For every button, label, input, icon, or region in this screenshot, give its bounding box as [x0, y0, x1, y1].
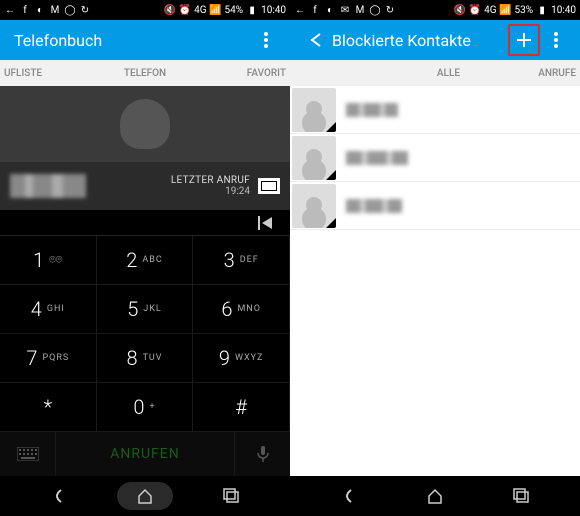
camera-icon: ◯	[369, 4, 381, 16]
sync-icon: ↻	[384, 4, 396, 16]
battery-icon: ▮	[246, 4, 258, 16]
separator-row	[0, 210, 290, 236]
key-hash[interactable]: #	[193, 383, 290, 432]
nav-recent-icon[interactable]	[204, 482, 260, 510]
facebook-icon: f	[309, 4, 321, 16]
nav-back-icon[interactable]	[321, 482, 377, 510]
dialpad: 1⌾⌾ 2ABC 3DEF 4GHI 5JKL 6MNO 7PQRS 8TUV …	[0, 236, 290, 432]
overflow-menu-icon[interactable]	[250, 24, 282, 56]
key-6[interactable]: 6MNO	[193, 285, 290, 334]
key-0[interactable]: 0+	[97, 383, 194, 432]
back-icon[interactable]	[304, 24, 332, 56]
contact-name-redacted	[346, 103, 398, 117]
add-contact-button[interactable]	[508, 24, 540, 56]
nav-bar	[0, 476, 290, 516]
nav-recent-icon[interactable]	[494, 482, 550, 510]
tab-bar: UFLISTE TELEFON FAVORIT	[0, 60, 290, 86]
last-call-time: 19:24	[171, 186, 250, 197]
clock-text: 10:40	[551, 5, 576, 16]
nav-home-icon[interactable]	[117, 482, 173, 510]
contact-name-redacted	[346, 199, 402, 213]
avatar-placeholder-icon	[120, 99, 170, 149]
clock-text: 10:40	[261, 5, 286, 16]
sync-icon: ↻	[79, 4, 91, 16]
voicemail-icon: ⌾⌾	[49, 253, 62, 267]
key-2[interactable]: 2ABC	[97, 236, 194, 285]
key-4[interactable]: 4GHI	[0, 285, 97, 334]
mute-icon: 🔇	[164, 4, 176, 16]
status-bar: ← f ◐ M ◯ ↻ 🔇 ⏰ 4G 📶 54% ▮ 10:40	[0, 0, 290, 20]
header-title: Telefonbuch	[14, 31, 250, 50]
avatar-icon	[292, 136, 336, 180]
tab-favorites[interactable]: FAVORIT	[193, 68, 290, 79]
key-1[interactable]: 1⌾⌾	[0, 236, 97, 285]
blocked-contacts-screen: ← f ◐ ✉ M ◯ ↻ 🔇 ⏰ 4G 📶 53% ▮ 10:40 Block…	[290, 0, 580, 516]
last-call-banner[interactable]: LETZTER ANRUF 19:24	[0, 162, 290, 210]
avatar-icon	[292, 88, 336, 132]
last-call-label: LETZTER ANRUF	[171, 175, 250, 186]
status-bar: ← f ◐ ✉ M ◯ ↻ 🔇 ⏰ 4G 📶 53% ▮ 10:40	[290, 0, 580, 20]
camera-icon: ◯	[64, 4, 76, 16]
contact-card-icon[interactable]	[258, 178, 280, 194]
mute-icon: 🔇	[454, 4, 466, 16]
battery-text: 54%	[225, 5, 244, 16]
tab-list[interactable]: UFLISTE	[0, 68, 97, 79]
contact-name-redacted	[346, 151, 408, 165]
app-header: Blockierte Kontakte	[290, 20, 580, 60]
battery-icon: ▮	[536, 4, 548, 16]
overflow-menu-icon[interactable]	[540, 24, 572, 56]
phonebook-screen: ← f ◐ M ◯ ↻ 🔇 ⏰ 4G 📶 54% ▮ 10:40 Telefon…	[0, 0, 290, 516]
tab-bar: ALLE ANRUFE	[290, 60, 580, 86]
key-star[interactable]: *	[0, 383, 97, 432]
blocked-contacts-list	[290, 86, 580, 476]
header-title: Blockierte Kontakte	[332, 31, 506, 50]
alarm-icon: ⏰	[469, 4, 481, 16]
nav-back-icon[interactable]	[31, 482, 87, 510]
nav-bar	[290, 476, 580, 516]
gmail-icon: M	[354, 4, 366, 16]
mail-icon: ✉	[339, 4, 351, 16]
signal-icon: 📶	[500, 4, 512, 16]
key-5[interactable]: 5JKL	[97, 285, 194, 334]
keyboard-toggle-icon[interactable]	[0, 432, 56, 476]
contact-avatar-area	[0, 86, 290, 162]
instagram-icon: ◐	[324, 4, 336, 16]
list-item[interactable]	[290, 182, 580, 230]
signal-icon: 📶	[210, 4, 222, 16]
call-row: ANRUFEN	[0, 432, 290, 476]
tab-calls[interactable]: ANRUFE	[490, 68, 580, 79]
contact-name-redacted	[10, 174, 86, 198]
network-icon: 4G	[484, 5, 496, 16]
call-button[interactable]: ANRUFEN	[56, 446, 234, 462]
key-7[interactable]: 7PQRS	[0, 334, 97, 383]
mic-icon[interactable]	[234, 432, 290, 476]
list-item[interactable]	[290, 134, 580, 182]
key-3[interactable]: 3DEF	[193, 236, 290, 285]
tab-all[interactable]: ALLE	[290, 68, 490, 79]
avatar-icon	[292, 184, 336, 228]
go-to-start-icon[interactable]	[258, 216, 276, 230]
back-arrow-icon: ←	[4, 4, 16, 16]
battery-text: 53%	[515, 5, 534, 16]
tab-phone[interactable]: TELEFON	[97, 68, 192, 79]
nav-home-icon[interactable]	[407, 482, 463, 510]
back-arrow-icon: ←	[294, 4, 306, 16]
facebook-icon: f	[19, 4, 31, 16]
network-icon: 4G	[194, 5, 206, 16]
app-header: Telefonbuch	[0, 20, 290, 60]
key-9[interactable]: 9WXYZ	[193, 334, 290, 383]
list-item[interactable]	[290, 86, 580, 134]
instagram-icon: ◐	[34, 4, 46, 16]
key-8[interactable]: 8TUV	[97, 334, 194, 383]
gmail-icon: M	[49, 4, 61, 16]
alarm-icon: ⏰	[179, 4, 191, 16]
